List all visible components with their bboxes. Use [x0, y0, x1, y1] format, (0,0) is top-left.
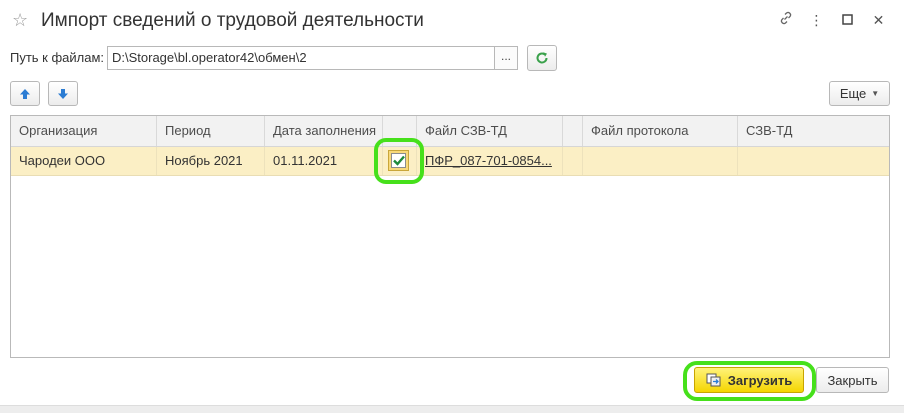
cell-protocol-file [583, 147, 738, 175]
checkbox-highlight [374, 138, 424, 184]
table-header: Организация Период Дата заполнения Файл … [11, 116, 889, 147]
window-bottom-edge [0, 405, 904, 413]
szv-file-link[interactable]: ПФР_087-701-0854... [417, 147, 563, 175]
cell-fill-date: 01.11.2021 [265, 147, 383, 175]
more-label: Еще [839, 86, 867, 101]
arrow-up-icon [20, 88, 30, 99]
window-controls: ⋮ ✕ [770, 10, 894, 30]
arrow-down-icon [58, 88, 68, 99]
column-header-fill-date[interactable]: Дата заполнения [265, 116, 383, 146]
close-button[interactable]: Закрыть [816, 367, 889, 393]
more-vertical-icon[interactable]: ⋮ [801, 10, 832, 30]
browse-button[interactable]: ... [494, 46, 518, 70]
chevron-down-icon: ▼ [871, 89, 880, 98]
link-icon[interactable] [770, 10, 801, 30]
import-icon [706, 373, 721, 387]
refresh-button[interactable] [527, 45, 557, 71]
move-down-button[interactable] [48, 81, 78, 106]
page-title: Импорт сведений о трудовой деятельности [41, 10, 424, 31]
column-header-szv-file[interactable]: Файл СЗВ-ТД [417, 116, 563, 146]
cell-szv-td [738, 147, 889, 175]
column-header-protocol-file[interactable]: Файл протокола [583, 116, 738, 146]
close-icon[interactable]: ✕ [863, 10, 894, 30]
table-row[interactable]: Чародеи ООО Ноябрь 2021 01.11.2021 ПФР_0… [11, 147, 889, 176]
favorite-star-icon[interactable]: ☆ [12, 10, 28, 30]
load-button[interactable]: Загрузить [694, 367, 804, 393]
column-header-period[interactable]: Период [157, 116, 265, 146]
load-button-label: Загрузить [727, 372, 793, 388]
files-table: Организация Период Дата заполнения Файл … [10, 115, 890, 358]
path-label: Путь к файлам: [10, 50, 105, 65]
cell-period: Ноябрь 2021 [157, 147, 265, 175]
move-up-button[interactable] [10, 81, 40, 106]
maximize-icon[interactable] [832, 10, 863, 30]
column-header-szv-td[interactable]: СЗВ-ТД [738, 116, 889, 146]
path-input[interactable]: D:\Storage\bl.operator42\обмен\2 [107, 46, 495, 70]
cell-organization: Чародеи ООО [11, 147, 157, 175]
more-button[interactable]: Еще ▼ [829, 81, 890, 106]
column-header-organization[interactable]: Организация [11, 116, 157, 146]
column-header-spacer [563, 116, 583, 146]
refresh-icon [536, 52, 548, 64]
cell-spacer [563, 147, 583, 175]
